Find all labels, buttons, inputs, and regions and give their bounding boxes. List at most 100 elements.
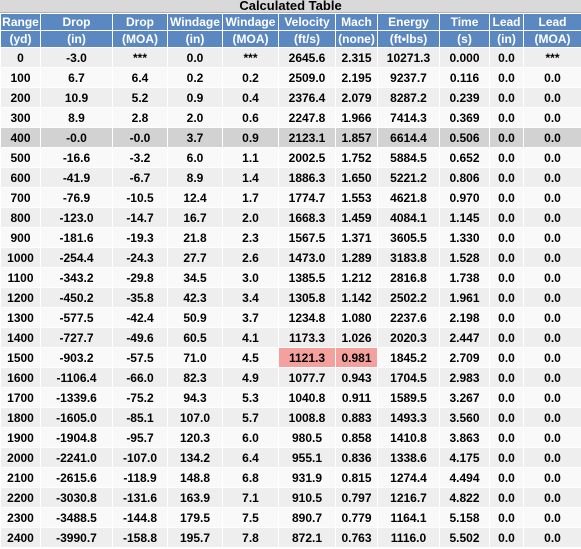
table-row[interactable]: 2300 -3488.5 -144.8 179.5 7.5 890.7 0.779 1164.… xyxy=(0,507,581,528)
table-row[interactable]: 2400 -3990.7 -158.8 195.7 7.8 872.1 0.763 1116.… xyxy=(0,527,581,548)
table-cell: 0.0 xyxy=(489,347,524,368)
table-cell: -181.6 xyxy=(40,227,113,248)
table-cell: 94.3 xyxy=(167,387,223,408)
table-row[interactable]: 1300 -577.5 -42.4 50.9 3.7 1234.8 1.080 2237.6 2… xyxy=(0,307,581,328)
table-cell: 0.970 xyxy=(439,187,490,208)
table-cell: -3030.8 xyxy=(40,487,113,508)
table-cell: 1.026 xyxy=(335,327,378,348)
table-row[interactable]: 700 -76.9 -10.5 12.4 1.7 1774.7 1.553 4621.8 0.9… xyxy=(0,187,581,208)
table-row[interactable]: 1700 -1339.6 -75.2 94.3 5.3 1040.8 0.911 1589.5… xyxy=(0,387,581,408)
table-cell: 0.0 xyxy=(523,507,581,528)
column-header[interactable]: Windage xyxy=(222,13,279,31)
column-header[interactable]: Mach xyxy=(335,13,378,31)
table-cell: 1.080 xyxy=(335,307,378,328)
column-header[interactable]: Time xyxy=(439,13,490,31)
table-cell: 0.0 xyxy=(489,527,524,548)
table-body: 0 -3.0 *** 0.0 *** 2645.6 2.315 10271.3 0.000 0.0… xyxy=(0,47,581,548)
table-cell: 6.4 xyxy=(222,447,279,468)
table-cell: 1.738 xyxy=(439,267,490,288)
table-row[interactable]: 1900 -1904.8 -95.7 120.3 6.0 980.5 0.858 1410.8… xyxy=(0,427,581,448)
table-row[interactable]: 100 6.7 6.4 0.2 0.2 2509.0 2.195 9237.7 0.116 0.0… xyxy=(0,67,581,88)
column-header[interactable]: Lead xyxy=(523,13,581,31)
table-row[interactable]: 2100 -2615.6 -118.9 148.8 6.8 931.9 0.815 1274.… xyxy=(0,467,581,488)
table-cell: -577.5 xyxy=(40,307,113,328)
column-unit: (MOA) xyxy=(222,30,279,48)
table-cell: 1.966 xyxy=(335,107,378,128)
table-cell: 1473.0 xyxy=(278,247,336,268)
table-row[interactable]: 2000 -2241.0 -107.0 134.2 6.4 955.1 0.836 1338.… xyxy=(0,447,581,468)
table-cell: 0.0 xyxy=(523,247,581,268)
table-cell: 5.3 xyxy=(222,387,279,408)
table-cell: 0.0 xyxy=(523,527,581,548)
column-header[interactable]: Range xyxy=(0,13,41,31)
table-cell: 3.560 xyxy=(439,407,490,428)
table-row[interactable]: 1600 -1106.4 -66.0 82.3 4.9 1077.7 0.943 1704.5… xyxy=(0,367,581,388)
table-cell: -57.5 xyxy=(112,347,168,368)
table-cell: 0.0 xyxy=(523,67,581,88)
table-cell: 1.142 xyxy=(335,287,378,308)
table-cell: 200 xyxy=(0,87,41,108)
table-cell: 4621.8 xyxy=(377,187,440,208)
column-header[interactable]: Velocity xyxy=(278,13,336,31)
table-cell: 0.0 xyxy=(489,47,524,68)
table-row[interactable]: 0 -3.0 *** 0.0 *** 2645.6 2.315 10271.3 0.000 0.0… xyxy=(0,47,581,68)
table-row[interactable]: 1000 -254.4 -24.3 27.7 2.6 1473.0 1.289 3183.8 1… xyxy=(0,247,581,268)
table-cell: 148.8 xyxy=(167,467,223,488)
table-cell: -29.8 xyxy=(112,267,168,288)
table-cell: -16.6 xyxy=(40,147,113,168)
table-cell: 0.0 xyxy=(489,387,524,408)
table-cell: 0.116 xyxy=(439,67,490,88)
table-cell: 0.0 xyxy=(523,127,581,148)
table-row[interactable]: 800 -123.0 -14.7 16.7 2.0 1668.3 1.459 4084.1 1.… xyxy=(0,207,581,228)
table-cell: 21.8 xyxy=(167,227,223,248)
table-row[interactable]: 300 8.9 2.8 2.0 0.6 2247.8 1.966 7414.3 0.369 0.0… xyxy=(0,107,581,128)
table-cell: 2376.4 xyxy=(278,87,336,108)
table-cell: 1216.7 xyxy=(377,487,440,508)
table-cell: 4084.1 xyxy=(377,207,440,228)
table-cell: 4.494 xyxy=(439,467,490,488)
table-cell: 2002.5 xyxy=(278,147,336,168)
table-cell: 6614.4 xyxy=(377,127,440,148)
table-cell: 2300 xyxy=(0,507,41,528)
column-header[interactable]: Windage xyxy=(167,13,223,31)
table-row[interactable]: 400 -0.0 -0.0 3.7 0.9 2123.1 1.857 6614.4 0.506 0… xyxy=(0,127,581,148)
table-cell: 1567.5 xyxy=(278,227,336,248)
table-cell: 400 xyxy=(0,127,41,148)
table-row[interactable]: 500 -16.6 -3.2 6.0 1.1 2002.5 1.752 5884.5 0.652… xyxy=(0,147,581,168)
table-cell: 0.0 xyxy=(489,187,524,208)
table-title: Calculated Table xyxy=(0,0,581,13)
table-row[interactable]: 200 10.9 5.2 0.9 0.4 2376.4 2.079 8287.2 0.239 0.… xyxy=(0,87,581,108)
table-row[interactable]: 1800 -1605.0 -85.1 107.0 5.7 1008.8 0.883 1493.… xyxy=(0,407,581,428)
table-cell: 2.198 xyxy=(439,307,490,328)
table-cell: 6.0 xyxy=(167,147,223,168)
table-cell: 1.330 xyxy=(439,227,490,248)
table-cell: 5884.5 xyxy=(377,147,440,168)
column-header[interactable]: Drop xyxy=(112,13,168,31)
table-cell: 1.1 xyxy=(222,147,279,168)
table-cell: 134.2 xyxy=(167,447,223,468)
column-header[interactable]: Drop xyxy=(40,13,113,31)
table-cell: -49.6 xyxy=(112,327,168,348)
table-row[interactable]: 1200 -450.2 -35.8 42.3 3.4 1305.8 1.142 2502.2 1… xyxy=(0,287,581,308)
table-cell: 0.0 xyxy=(489,147,524,168)
table-row[interactable]: 1500 -903.2 -57.5 71.0 4.5 1121.3 0.981 1845.2 2… xyxy=(0,347,581,368)
table-cell: -0.0 xyxy=(40,127,113,148)
column-header[interactable]: Energy xyxy=(377,13,440,31)
table-cell: 0.0 xyxy=(489,127,524,148)
table-cell: 0.0 xyxy=(523,407,581,428)
table-cell: 500 xyxy=(0,147,41,168)
table-cell: 0.981 xyxy=(335,347,378,368)
table-cell: 0.0 xyxy=(489,87,524,108)
table-cell: 0.0 xyxy=(489,67,524,88)
table-cell: 910.5 xyxy=(278,487,336,508)
table-cell: -2241.0 xyxy=(40,447,113,468)
table-row[interactable]: 900 -181.6 -19.3 21.8 2.3 1567.5 1.371 3605.5 1.… xyxy=(0,227,581,248)
table-row[interactable]: 2200 -3030.8 -131.6 163.9 7.1 910.5 0.797 1216.… xyxy=(0,487,581,508)
table-cell: *** xyxy=(112,47,168,68)
table-row[interactable]: 600 -41.9 -6.7 8.9 1.4 1886.3 1.650 5221.2 0.806… xyxy=(0,167,581,188)
table-cell: 1600 xyxy=(0,367,41,388)
column-header[interactable]: Lead xyxy=(489,13,524,31)
table-row[interactable]: 1400 -727.7 -49.6 60.5 4.1 1173.3 1.026 2020.3 2… xyxy=(0,327,581,348)
table-row[interactable]: 1100 -343.2 -29.8 34.5 3.0 1385.5 1.212 2816.8 1… xyxy=(0,267,581,288)
column-unit: (s) xyxy=(439,30,490,48)
